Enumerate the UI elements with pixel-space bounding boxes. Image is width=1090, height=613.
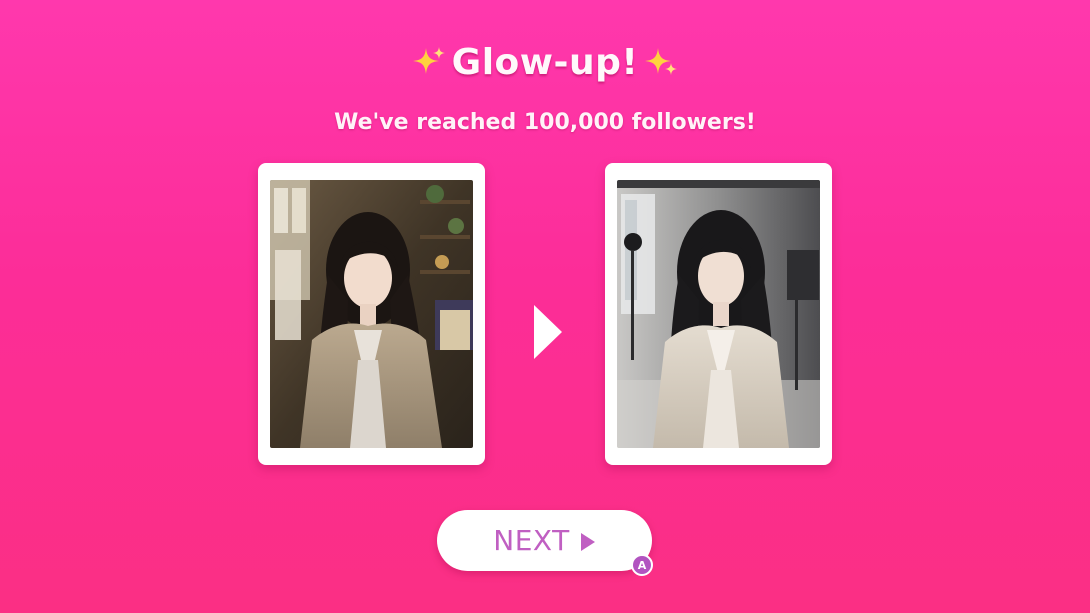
after-portrait-image [617,180,820,448]
arrow-right-icon [534,305,562,359]
followers-message: We've reached 100,000 followers! [334,110,756,135]
before-photo-card [258,163,485,465]
before-portrait-image [270,180,473,448]
a-button-hint-badge: A [631,554,653,576]
next-button[interactable]: NEXT [437,510,652,571]
title-row: Glow-up! [0,36,1090,88]
page-title: Glow-up! [451,41,639,83]
sparkle-right-icon [645,48,678,75]
sparkle-left-icon [412,47,445,74]
next-button-label: NEXT [493,524,570,557]
after-photo-card [605,163,832,465]
play-icon [580,532,595,551]
